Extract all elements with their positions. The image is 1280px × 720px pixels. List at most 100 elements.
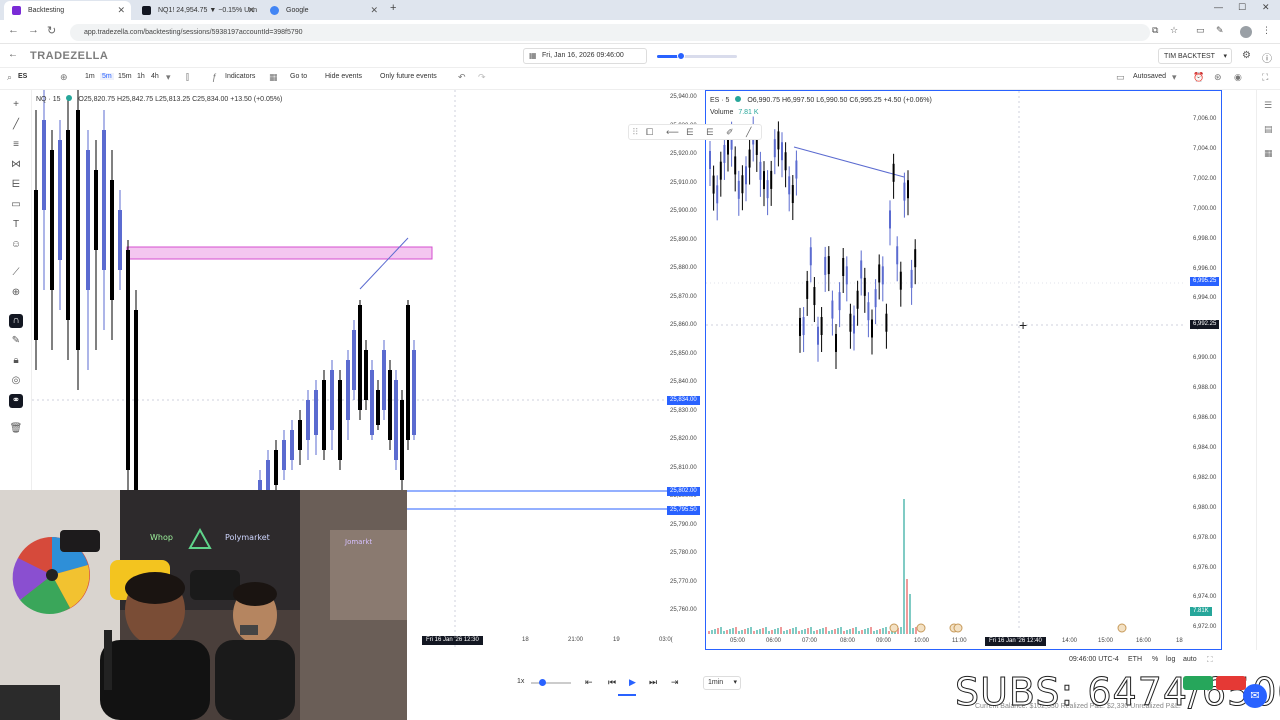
playback-speed-handle[interactable] <box>539 679 546 686</box>
layout-icon[interactable]: ▭ <box>1116 72 1125 83</box>
drag-handle-icon[interactable]: ⠿ <box>632 127 639 138</box>
cast-icon[interactable]: ▭ <box>1196 25 1205 36</box>
left-chart-symbol[interactable]: NQ · 15 <box>36 96 61 103</box>
url-input[interactable]: app.tradezella.com/backtesting/sessions/… <box>70 24 1150 41</box>
indicators-button[interactable]: Indicators <box>225 73 255 80</box>
trendline-tool-icon[interactable]: ╱ <box>746 127 751 138</box>
symbol-search[interactable]: ES <box>18 73 27 80</box>
chevron-down-icon[interactable]: ▾ <box>1172 72 1177 83</box>
fib-tool-icon[interactable]: ⋿ <box>9 178 23 192</box>
replay-speed-slider[interactable] <box>657 52 737 60</box>
brush-icon[interactable]: ✎ <box>9 334 23 348</box>
emoji-icon[interactable]: ☺ <box>9 238 23 252</box>
calendar-icon[interactable]: ▦ <box>1264 148 1273 159</box>
time-tick-label: 08:00 <box>840 638 856 644</box>
right-chart-pane[interactable]: ES · 5 O6,990.75 H6,997.50 L6,990.50 C6,… <box>705 90 1222 650</box>
lock-icon[interactable]: 🔒︎ <box>9 354 23 368</box>
trendline-tool-icon[interactable]: ╱ <box>9 118 23 132</box>
timeframe-1m[interactable]: 1m <box>85 73 95 80</box>
replay-speed-handle[interactable] <box>677 52 685 60</box>
minimize-icon[interactable]: — <box>1214 2 1223 12</box>
maximize-icon[interactable]: ☐ <box>1238 2 1246 13</box>
eye-icon[interactable]: ◎ <box>9 374 23 388</box>
notes-icon[interactable]: ▤ <box>1264 124 1273 135</box>
sell-button[interactable] <box>1216 676 1246 690</box>
brush-icon[interactable]: ✐ <box>726 127 734 138</box>
info-icon[interactable]: ⓘ <box>1262 50 1272 65</box>
buy-button[interactable] <box>1183 676 1213 690</box>
camera-icon[interactable]: ◉ <box>1234 72 1242 83</box>
interval-selector[interactable]: 1min ▾ <box>703 676 741 690</box>
forward-arrow-icon[interactable]: → <box>28 24 39 36</box>
install-app-icon[interactable]: ⧉ <box>1152 25 1158 36</box>
timeframe-15m[interactable]: 15m <box>118 73 132 80</box>
watchlist-icon[interactable]: ☰ <box>1264 100 1272 111</box>
jump-forward-icon[interactable]: ⇥ <box>671 677 679 688</box>
text-tool-icon[interactable]: T <box>9 218 23 232</box>
step-back-icon[interactable]: ⏮ <box>608 677 616 688</box>
redo-icon[interactable]: ↷ <box>478 72 486 83</box>
close-icon[interactable]: ✕ <box>370 1 378 20</box>
tab-tradingview[interactable]: NQ1! 24,954.75 ▼ −0.15% Unn ✕ <box>134 1 261 20</box>
percent-scale-toggle[interactable]: % <box>1152 656 1158 663</box>
magnet-icon[interactable]: ∩ <box>9 314 23 328</box>
fib-tool-icon[interactable]: ⋿ <box>686 127 694 138</box>
close-icon[interactable]: ✕ <box>247 1 255 20</box>
timeframe-5m[interactable]: 5m <box>100 73 114 80</box>
new-tab-icon[interactable]: + <box>390 2 396 14</box>
autosave-status[interactable]: Autosaved <box>1133 73 1166 80</box>
undo-icon[interactable]: ↶ <box>458 72 466 83</box>
back-arrow-icon[interactable]: ← <box>8 24 19 36</box>
replay-icon[interactable]: ⊛ <box>1214 72 1222 83</box>
session-date-picker[interactable]: ▦ Fri, Jan 16, 2026 09:46:00 <box>523 48 647 64</box>
close-icon[interactable]: ✕ <box>117 1 125 20</box>
bookmark-star-icon[interactable]: ☆ <box>1170 25 1178 36</box>
session-clock[interactable]: 09:46:00 UTC-4 <box>1069 656 1119 663</box>
timeframe-4h[interactable]: 4h <box>151 73 159 80</box>
pattern-tool-icon[interactable]: ⋈ <box>9 158 23 172</box>
gear-icon[interactable]: ⚙ <box>1242 50 1251 61</box>
hide-events-button[interactable]: Hide events <box>325 73 362 80</box>
playback-speed-slider[interactable] <box>531 679 571 686</box>
ruler-icon[interactable]: ⟋ <box>9 266 23 280</box>
window-close-icon[interactable]: ✕ <box>1262 2 1270 13</box>
browser-menu-icon[interactable]: ⋮ <box>1262 25 1271 36</box>
chart-settings-icon[interactable]: ⛶ <box>1207 655 1213 665</box>
tab-google[interactable]: Google ✕ <box>262 1 384 20</box>
add-symbol-icon[interactable]: ⊕ <box>60 72 68 83</box>
rectangle-tool-icon[interactable]: ▭ <box>9 198 23 212</box>
chart-type-icon[interactable]: ⫿ <box>186 72 189 83</box>
extensions-icon[interactable]: ✎ <box>1216 25 1224 36</box>
future-events-toggle[interactable]: Only future events <box>380 73 437 80</box>
chat-support-icon[interactable]: ✉ <box>1243 684 1267 708</box>
session-type[interactable]: ETH <box>1128 656 1142 663</box>
horizontal-lines-icon[interactable]: ≡ <box>9 138 23 152</box>
log-scale-toggle[interactable]: log <box>1166 656 1175 663</box>
search-icon[interactable]: ⌕ <box>7 72 12 83</box>
step-forward-icon[interactable]: ⏭ <box>649 677 657 688</box>
account-selector[interactable]: TIM BACKTEST ▾ <box>1158 48 1232 64</box>
horizontal-line-icon[interactable]: ⟵ <box>666 127 679 138</box>
alert-icon[interactable]: ⏰ <box>1193 72 1204 83</box>
auto-scale-toggle[interactable]: auto <box>1183 656 1197 663</box>
goto-button[interactable]: Go to <box>290 73 307 80</box>
right-chart-symbol[interactable]: ES · 5 <box>710 97 729 104</box>
rectangle-tool-icon[interactable]: ⧠ <box>646 127 653 138</box>
zoom-icon[interactable]: ⊕ <box>9 286 23 300</box>
trash-icon[interactable]: 🗑︎ <box>9 422 23 436</box>
link-icon[interactable]: ⚭ <box>9 394 23 408</box>
crosshair-tool-icon[interactable]: + <box>9 98 23 112</box>
tab-backtesting[interactable]: Backtesting ✕ <box>4 1 131 20</box>
chevron-down-icon[interactable]: ▾ <box>166 72 171 83</box>
timeframe-1h[interactable]: 1h <box>137 73 145 80</box>
right-chart-canvas[interactable] <box>706 91 1220 648</box>
play-icon[interactable]: ▶ <box>629 677 636 688</box>
back-arrow-icon[interactable]: ← <box>8 49 18 60</box>
position-tool-icon[interactable]: ⋿ <box>706 127 714 138</box>
jump-back-icon[interactable]: ⇤ <box>585 677 593 688</box>
layout-grid-icon[interactable]: ▦ <box>269 72 278 83</box>
fullscreen-icon[interactable]: ⛶ <box>1262 72 1268 83</box>
playback-speed[interactable]: 1x <box>517 678 524 685</box>
reload-icon[interactable]: ↻ <box>47 24 56 37</box>
profile-avatar[interactable] <box>1240 26 1252 38</box>
